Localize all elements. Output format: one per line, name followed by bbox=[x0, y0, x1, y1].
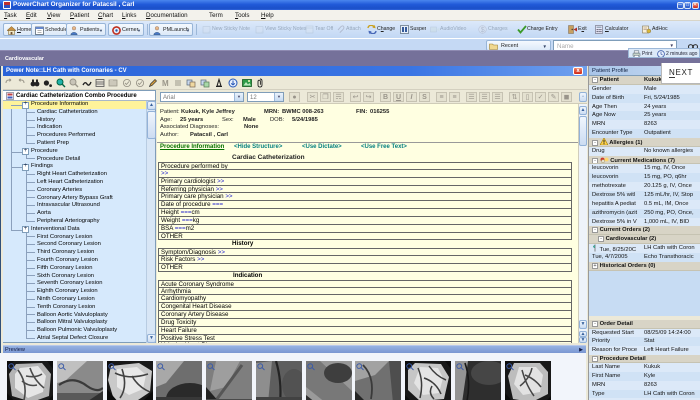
svg-text:$: $ bbox=[481, 27, 485, 34]
svg-text:M: M bbox=[162, 79, 169, 88]
